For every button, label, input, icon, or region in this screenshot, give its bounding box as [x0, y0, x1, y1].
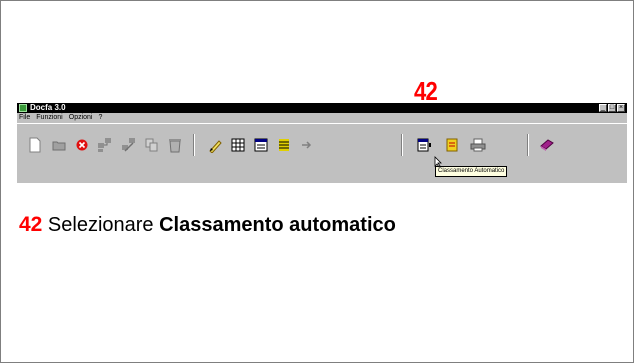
note-icon[interactable] [444, 137, 460, 153]
stacked-lines-icon[interactable] [276, 137, 292, 153]
classamento-automatico-icon[interactable] [417, 137, 433, 153]
toolbar-separator [527, 134, 529, 156]
tooltip: Classamento Automatico [435, 166, 508, 177]
pen-icon[interactable] [207, 137, 223, 153]
title-bar: Docfa 3.0 _ □ × [17, 103, 627, 113]
menu-bar: File Funzioni Opzioni ? [17, 113, 627, 123]
duplicate-icon[interactable] [144, 137, 160, 153]
menu-funzioni[interactable]: Funzioni [36, 113, 62, 123]
menu-opzioni[interactable]: Opzioni [69, 113, 93, 123]
maximize-button[interactable]: □ [608, 104, 616, 112]
toolbar-separator [401, 134, 403, 156]
recycle-icon[interactable] [167, 137, 183, 153]
window-title: Docfa 3.0 [30, 103, 66, 112]
toolbar: Classamento Automatico [17, 123, 627, 183]
app-window: Docfa 3.0 _ □ × File Funzioni Opzioni ? [17, 103, 627, 183]
close-button[interactable]: × [617, 104, 625, 112]
book-icon[interactable] [539, 137, 555, 153]
menu-help[interactable]: ? [98, 113, 102, 123]
list-window-icon[interactable] [253, 137, 269, 153]
grid-icon[interactable] [230, 137, 246, 153]
caption-step-number: 42 [19, 213, 43, 236]
mouse-cursor-icon [434, 155, 442, 173]
toolbar-separator [193, 134, 195, 156]
app-icon [19, 104, 27, 112]
minimize-button[interactable]: _ [599, 104, 607, 112]
menu-file[interactable]: File [19, 113, 30, 123]
arrow-icon[interactable] [299, 137, 315, 153]
copy-structure-icon[interactable] [97, 137, 113, 153]
open-folder-icon[interactable] [51, 137, 67, 153]
delete-icon[interactable] [74, 137, 90, 153]
printer-icon[interactable] [470, 137, 486, 153]
edit-structure-icon[interactable] [121, 137, 137, 153]
instruction-caption: 42 Selezionare Classamento automatico [19, 213, 396, 237]
new-document-icon[interactable] [27, 137, 43, 153]
caption-text: Selezionare [42, 214, 160, 236]
caption-bold-target: Classamento automatico [159, 214, 396, 236]
